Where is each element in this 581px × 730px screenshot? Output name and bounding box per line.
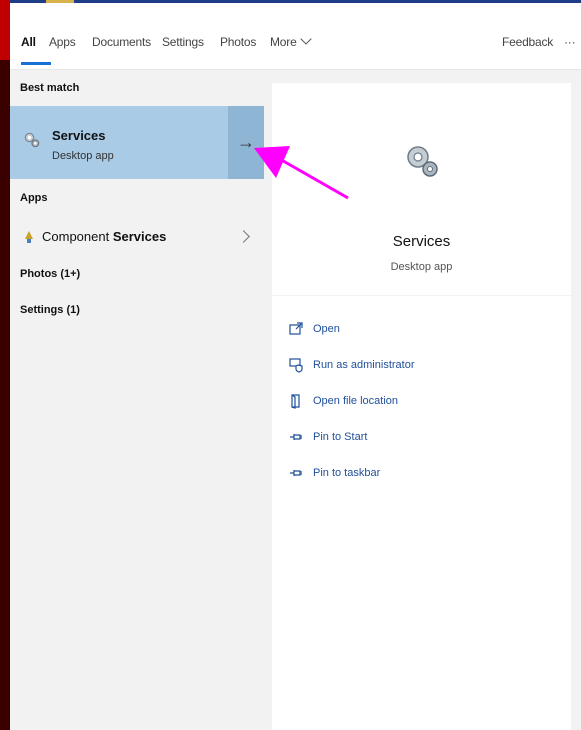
chevron-down-icon: [299, 33, 312, 45]
component-services-label: Component Services: [42, 229, 166, 244]
preview-header: Services Desktop app: [272, 83, 571, 295]
gear-icon: [407, 146, 438, 177]
shield-icon: [289, 358, 303, 373]
best-match-result[interactable]: Services Desktop app →: [10, 106, 264, 179]
pin-to-start-action[interactable]: Pin to Start: [288, 426, 367, 448]
component-services-prefix: Component: [42, 229, 113, 244]
file-location-icon: [291, 394, 300, 409]
tab-apps[interactable]: Apps: [49, 35, 76, 49]
pin-to-start-label: Pin to Start: [313, 431, 368, 443]
arrow-right-icon: →: [237, 132, 255, 152]
tab-all[interactable]: All: [21, 35, 36, 49]
photos-heading[interactable]: Photos (1+): [20, 268, 80, 280]
preview-pane: Services Desktop app Open Run as adminis…: [264, 70, 581, 730]
search-scope-tabs: All Apps Documents Settings Photos More …: [10, 3, 581, 70]
apps-heading: Apps: [20, 192, 48, 204]
settings-heading[interactable]: Settings (1): [20, 304, 80, 316]
preview-actions: Open Run as administrator Open file loca…: [272, 296, 571, 730]
best-match-title: Services: [52, 128, 106, 143]
active-tab-indicator: [21, 62, 51, 65]
feedback-link[interactable]: Feedback: [502, 35, 553, 49]
tab-more[interactable]: More: [270, 33, 312, 49]
preview-subtitle: Desktop app: [390, 261, 453, 273]
open-action-label: Open: [313, 323, 340, 335]
tab-photos[interactable]: Photos: [220, 35, 256, 49]
open-file-location-label: Open file location: [313, 395, 398, 407]
pin-to-taskbar-label: Pin to taskbar: [313, 467, 381, 479]
open-file-location-action[interactable]: Open file location: [288, 390, 398, 412]
open-action[interactable]: Open: [288, 318, 340, 340]
run-as-administrator-action[interactable]: Run as administrator: [288, 354, 415, 376]
best-match-open-area[interactable]: Services Desktop app: [10, 106, 228, 179]
more-options-button[interactable]: ···: [564, 35, 576, 49]
expand-preview-button[interactable]: →: [228, 106, 264, 179]
left-edge-strip: [0, 0, 10, 730]
best-match-heading: Best match: [20, 82, 80, 94]
pin-icon: [290, 470, 302, 476]
results-list: Best match Services Desktop app → Apps C…: [10, 70, 264, 730]
gear-icon: [24, 132, 40, 148]
open-icon: [289, 322, 303, 335]
run-as-administrator-label: Run as administrator: [313, 359, 415, 371]
component-services-highlight: Services: [112, 229, 167, 244]
tab-settings[interactable]: Settings: [162, 35, 204, 49]
chevron-right-icon[interactable]: [237, 230, 250, 243]
preview-title: Services: [392, 233, 451, 250]
tab-documents[interactable]: Documents: [92, 35, 151, 49]
list-item-component-services[interactable]: Component Services: [10, 222, 264, 252]
component-services-icon: [25, 231, 33, 243]
pin-to-taskbar-action[interactable]: Pin to taskbar: [288, 462, 380, 484]
tab-more-label: More: [270, 35, 297, 49]
best-match-subtitle: Desktop app: [52, 150, 114, 162]
pin-icon: [290, 434, 302, 440]
